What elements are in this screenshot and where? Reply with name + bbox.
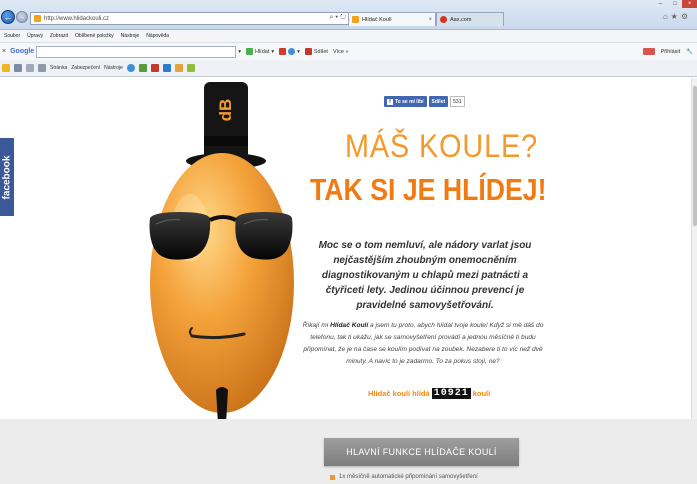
google-logo: Google <box>10 48 35 55</box>
tools-menu[interactable]: Nástroje <box>104 65 123 71</box>
tab-favicon-icon <box>352 16 359 23</box>
gear-icon[interactable]: ⚙ <box>681 12 691 21</box>
mail-icon[interactable] <box>26 64 34 72</box>
headline-answer: TAK SI JE HLÍDEJ! <box>310 172 547 207</box>
hlidat-button[interactable]: Hlídat ▾ <box>245 48 274 55</box>
like-count: 531 <box>450 96 465 107</box>
main-functions-button[interactable]: HLAVNÍ FUNKCE HLÍDAČE KOULÍ <box>324 438 519 466</box>
browser-titlebar: ← → http://www.hlidackouli.cz ⌕ ▾ ↻ Hlíd… <box>0 0 697 30</box>
intro-paragraph: Moc se o tom nemluví, ale nádory varlat … <box>318 240 532 311</box>
search-dropdown-icon[interactable]: ▾ <box>238 49 241 55</box>
body-mascot-name: Hlídač Koulí <box>330 322 369 329</box>
hat-band <box>204 136 248 146</box>
google-plus-button[interactable]: ▾ <box>279 48 300 55</box>
addon-icon[interactable] <box>174 64 183 72</box>
function-item-label: 1x měsíčně automatické připomínání samov… <box>339 474 478 480</box>
tab-favicon-icon <box>440 16 447 23</box>
vice-button[interactable]: Více » <box>333 49 349 55</box>
addon-icon[interactable] <box>150 64 159 72</box>
addon-icon[interactable] <box>162 64 171 72</box>
notification-icon[interactable] <box>642 48 655 55</box>
sdilet-button[interactable]: Sdílet <box>304 48 328 55</box>
addon-icon[interactable] <box>138 64 147 72</box>
page-menu[interactable]: Stránka <box>50 65 67 71</box>
social-buttons: f To se mi líbí Sdílet 531 <box>384 96 465 107</box>
menu-item-edit[interactable]: Úpravy <box>27 33 43 39</box>
address-bar[interactable]: http://www.hlidackouli.cz ⌕ ▾ ↻ <box>30 12 350 25</box>
prihlasit-button[interactable]: Přihlásit <box>661 49 681 55</box>
function-list-item: 1x měsíčně automatické připomínání samov… <box>330 474 478 480</box>
favorites-icon[interactable] <box>2 64 10 72</box>
menu-item-tools[interactable]: Nástroje <box>121 33 140 39</box>
minimize-icon[interactable]: – <box>653 0 668 8</box>
tab-aax[interactable]: Aax.com <box>436 12 504 26</box>
share-icon <box>304 48 312 55</box>
window-controls: – □ × <box>653 0 697 8</box>
google-search-input[interactable] <box>36 45 237 58</box>
favorites-star-icon[interactable]: ★ <box>671 12 681 21</box>
counter-suffix: koulí <box>472 389 491 398</box>
hlidat-icon <box>245 48 253 55</box>
menu-item-file[interactable]: Soubor <box>4 33 20 39</box>
maximize-icon[interactable]: □ <box>668 0 683 8</box>
address-tools-icon[interactable]: ⌕ ▾ ↻ <box>329 14 346 22</box>
counter-prefix: Hlídač koulí hlídá <box>368 389 430 398</box>
address-url: http://www.hlidackouli.cz <box>44 15 110 22</box>
facebook-share-button[interactable]: Sdílet <box>428 96 449 107</box>
google-toolbar: × Google ▾ Hlídat ▾ ▾ Sdílet Více » Přih… <box>0 42 697 60</box>
egg-body <box>150 153 294 413</box>
close-tab-icon[interactable]: × <box>428 17 432 23</box>
security-menu[interactable]: Zabezpečení <box>71 65 100 71</box>
svg-text:dB: dB <box>216 99 235 122</box>
scrollbar-thumb[interactable] <box>693 86 697 226</box>
back-arrow-icon: ← <box>3 12 13 22</box>
command-bar: Stránka Zabezpečení Nástroje <box>0 60 697 77</box>
g-plus-icon <box>279 48 287 55</box>
facebook-like-button[interactable]: f To se mi líbí <box>384 96 427 107</box>
bullet-icon <box>330 474 335 480</box>
tab-label: Aax.com <box>450 16 472 23</box>
google-toolbar-right: Přihlásit 🔧 <box>642 48 693 55</box>
wrench-icon[interactable]: 🔧 <box>686 49 693 55</box>
menu-item-view[interactable]: Zobrazit <box>50 33 68 39</box>
globe-icon <box>288 48 296 55</box>
tab-label: Hlídač Koulí <box>362 16 392 23</box>
close-toolbar-icon[interactable]: × <box>2 48 6 55</box>
browser-tool-icons[interactable]: ⌂★⚙ <box>663 12 691 21</box>
facebook-tab-label: facebook <box>1 155 13 199</box>
headline-question: MÁŠ KOULE? <box>345 128 539 164</box>
counter: Hlídač koulí hlídá 10921 koulí <box>368 388 490 399</box>
home-icon[interactable]: ⌂ <box>663 12 671 21</box>
feeds-icon[interactable] <box>14 64 22 72</box>
addon-icon[interactable] <box>186 64 195 72</box>
menu-bar: Soubor Úpravy Zobrazit Oblíbené položky … <box>0 30 697 42</box>
egg-mascot-illustration: dB <box>149 82 294 429</box>
print-icon[interactable] <box>38 64 46 72</box>
body-paragraph: Říkají mi Hlídač Koulí a jsem tu proto, … <box>298 320 548 368</box>
menu-item-favorites[interactable]: Oblíbené položky <box>75 33 114 39</box>
tab-hlidac-kouli[interactable]: Hlídač Koulí × <box>348 12 436 26</box>
back-button[interactable]: ← <box>1 10 15 24</box>
close-window-icon[interactable]: × <box>682 0 697 8</box>
site-favicon-icon <box>34 15 41 22</box>
menu-item-help[interactable]: Nápověda <box>146 33 169 39</box>
counter-value: 10921 <box>431 388 471 399</box>
body-prefix: Říkají mi <box>302 322 331 329</box>
facebook-f-icon: f <box>387 98 393 105</box>
db-logo-icon: dB <box>216 99 235 122</box>
help-icon[interactable] <box>126 64 135 72</box>
facebook-side-tab[interactable]: facebook <box>0 138 14 216</box>
forward-arrow-icon: → <box>18 13 26 21</box>
forward-button[interactable]: → <box>16 11 28 23</box>
